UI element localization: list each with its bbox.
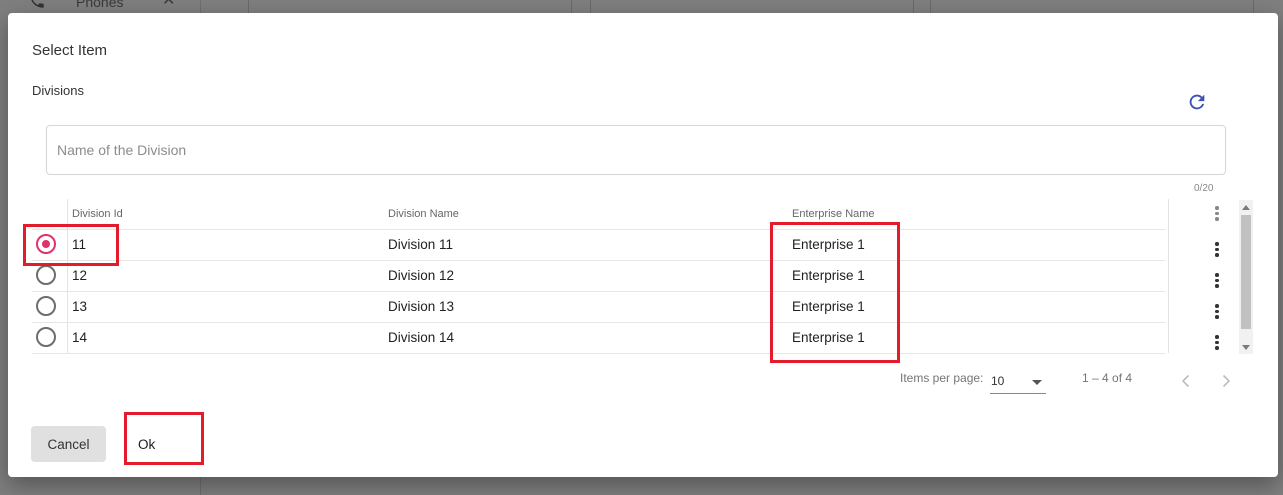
scroll-up-arrow-icon[interactable] (1242, 205, 1250, 210)
chevron-left-icon[interactable] (1178, 373, 1194, 389)
table-row[interactable]: 14 Division 14 Enterprise 1 (32, 322, 1165, 354)
table-scrollbar[interactable] (1239, 200, 1253, 354)
items-per-page-label: Items per page: (900, 371, 984, 385)
more-vert-icon[interactable] (1212, 333, 1222, 353)
row-radio[interactable] (36, 296, 56, 316)
select-item-dialog: Select Item Divisions 0/20 Division Id D… (8, 13, 1278, 477)
phone-icon (31, 0, 44, 8)
section-label: Divisions (32, 83, 85, 98)
header-enterprise-name[interactable]: Enterprise Name (792, 199, 875, 229)
dropdown-caret-icon (1032, 380, 1042, 385)
row-radio-selected[interactable] (36, 234, 56, 254)
division-search-input[interactable] (46, 125, 1226, 175)
header-division-id[interactable]: Division Id (72, 199, 123, 229)
row-radio[interactable] (36, 327, 56, 347)
division-id-cell: 14 (72, 330, 88, 345)
cancel-button[interactable]: Cancel (31, 426, 106, 462)
division-name-cell: Division 13 (388, 299, 455, 314)
division-id-cell: 13 (72, 299, 88, 314)
enterprise-name-cell: Enterprise 1 (792, 268, 865, 283)
table-row[interactable]: 12 Division 12 Enterprise 1 (32, 260, 1165, 292)
page-size-select[interactable]: 10 (990, 371, 1046, 394)
close-icon: ✕ (162, 0, 176, 9)
enterprise-name-cell: Enterprise 1 (792, 330, 865, 345)
table-row[interactable]: 13 Division 13 Enterprise 1 (32, 291, 1165, 323)
table-header-row: Division Id Division Name Enterprise Nam… (32, 199, 1165, 230)
column-menu-icon[interactable] (1212, 204, 1222, 224)
page-size-value: 10 (991, 374, 1005, 388)
division-name-cell: Division 11 (388, 237, 454, 252)
page-range-label: 1 – 4 of 4 (1082, 371, 1133, 385)
division-name-cell: Division 12 (388, 268, 455, 283)
division-name-cell: Division 14 (388, 330, 455, 345)
dialog-title: Select Item (32, 42, 108, 59)
refresh-icon[interactable] (1186, 91, 1208, 113)
background-sidebar-label: Phones (76, 0, 124, 10)
table-row[interactable]: 11 Division 11 Enterprise 1 (32, 229, 1165, 261)
header-division-name[interactable]: Division Name (388, 199, 459, 229)
row-radio[interactable] (36, 265, 56, 285)
enterprise-name-cell: Enterprise 1 (792, 237, 865, 252)
column-divider (1168, 199, 1169, 353)
scrollbar-thumb[interactable] (1241, 215, 1251, 329)
division-id-cell: 11 (72, 237, 87, 252)
division-id-cell: 12 (72, 268, 88, 283)
ok-button[interactable]: Ok (126, 426, 196, 462)
more-vert-icon[interactable] (1212, 240, 1222, 260)
chevron-right-icon[interactable] (1218, 373, 1234, 389)
more-vert-icon[interactable] (1212, 271, 1222, 291)
character-counter: 0/20 (1194, 183, 1214, 194)
scroll-down-arrow-icon[interactable] (1242, 345, 1250, 350)
enterprise-name-cell: Enterprise 1 (792, 299, 865, 314)
more-vert-icon[interactable] (1212, 302, 1222, 322)
